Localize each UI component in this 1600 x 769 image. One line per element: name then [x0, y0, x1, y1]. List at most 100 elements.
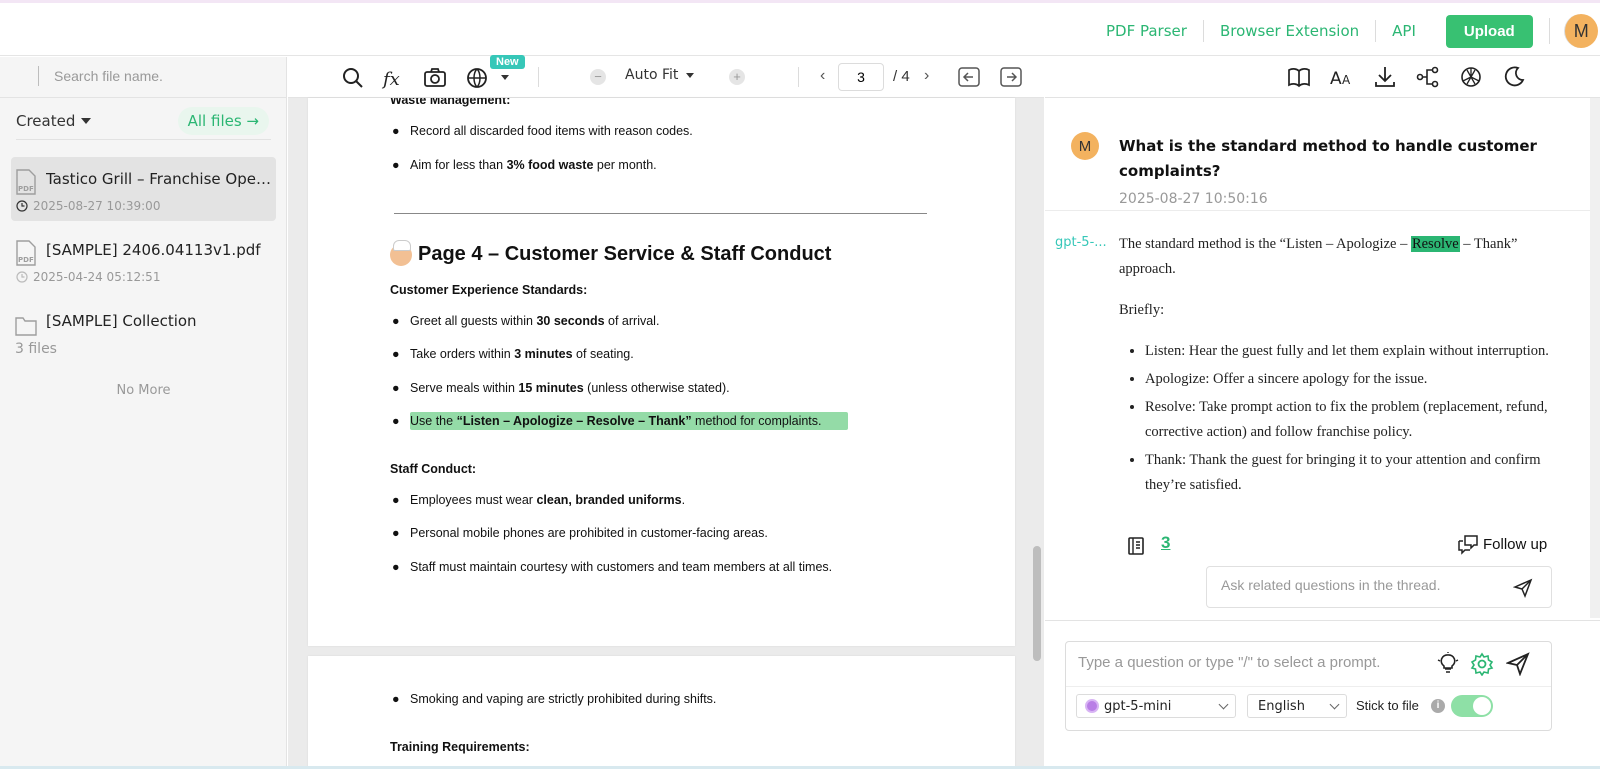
nav-api[interactable]: API — [1376, 20, 1432, 42]
formula-icon[interactable]: fx — [381, 65, 407, 91]
pdf-bullet: ● Aim for less than 3% food waste per mon… — [392, 158, 657, 172]
viewer-scroll-thumb[interactable] — [1033, 546, 1041, 661]
translate-dropdown-icon[interactable] — [501, 75, 509, 80]
nav-pdf-parser[interactable]: PDF Parser — [1090, 20, 1204, 42]
toolbar-divider — [538, 67, 539, 87]
search-divider — [38, 66, 39, 86]
upload-button[interactable]: Upload — [1445, 14, 1533, 48]
translate-globe-icon[interactable] — [465, 65, 491, 91]
file-search-row — [0, 57, 287, 98]
pdf-page: Waste Management: ● Record all discarded … — [308, 98, 1015, 646]
composer-divider — [1045, 620, 1600, 621]
model-select-value: gpt-5-mini — [1104, 698, 1172, 714]
sort-dropdown[interactable]: Created — [16, 112, 92, 130]
svg-text:fx: fx — [381, 69, 400, 90]
search-icon[interactable] — [340, 65, 366, 91]
file-search-input[interactable] — [54, 65, 274, 87]
lightbulb-icon[interactable] — [1436, 652, 1460, 676]
follow-up-button[interactable]: Follow up — [1457, 533, 1547, 555]
prev-page-icon[interactable]: ‹ — [820, 67, 825, 85]
send-icon[interactable] — [1506, 652, 1530, 676]
answer-briefly: Briefly: — [1119, 302, 1165, 318]
chevron-down-icon — [1218, 699, 1229, 710]
folder-icon — [15, 317, 37, 336]
last-page-icon[interactable] — [1000, 67, 1022, 87]
pdf-bullet: ● Smoking and vaping are strictly prohibi… — [392, 692, 717, 706]
pdf-bullet: ● Record all discarded food items with re… — [392, 124, 693, 138]
no-more-label: No More — [116, 383, 171, 398]
question-text: What is the standard method to handle cu… — [1119, 137, 1537, 180]
book-icon[interactable] — [1286, 64, 1312, 90]
zoom-dropdown[interactable]: Auto Fit — [625, 67, 695, 83]
answer-point: Thank: Thank the guest for bringing it t… — [1145, 448, 1559, 498]
viewer-toolbar: fx New − Auto Fit + ‹ / 4 › — [288, 55, 1044, 98]
pdf-bullet: ● Take orders within 3 minutes of seating… — [392, 347, 634, 361]
stick-to-file-label: Stick to file — [1356, 698, 1419, 713]
page-number-input[interactable] — [838, 63, 884, 91]
info-icon[interactable]: i — [1431, 699, 1445, 713]
collection-name: [SAMPLE] Collection — [46, 312, 197, 330]
first-page-icon[interactable] — [958, 67, 980, 87]
pdf-bullet-highlighted: ● Use the “Listen – Apologize – Resolve –… — [392, 414, 822, 428]
answer-points: Listen: Hear the guest fully and let the… — [1119, 339, 1559, 498]
zoom-out-button[interactable]: − — [590, 69, 606, 85]
page-total: / 4 — [893, 68, 910, 85]
zoom-label: Auto Fit — [625, 67, 679, 83]
chevron-down-icon — [686, 72, 695, 78]
dark-mode-moon-icon[interactable] — [1501, 64, 1527, 90]
model-select[interactable]: gpt-5-mini — [1076, 694, 1236, 718]
nav-browser-extension[interactable]: Browser Extension — [1204, 20, 1377, 42]
mindmap-icon[interactable] — [1415, 64, 1441, 90]
file-sidebar: Created All files → PDF Tastico Grill – … — [0, 57, 287, 769]
chat-panel: A A M What is the standard method to han… — [1045, 57, 1600, 769]
settings-gear-icon[interactable] — [1470, 652, 1494, 676]
language-select[interactable]: English — [1247, 694, 1347, 718]
user-message-avatar: M — [1071, 132, 1099, 160]
answer-point: Listen: Hear the guest fully and let the… — [1145, 339, 1559, 364]
thread-question-input[interactable] — [1221, 577, 1501, 593]
caret-down-icon — [81, 118, 92, 124]
sort-row: Created All files → — [16, 107, 271, 140]
assistant-answer: The standard method is the “Listen – Apo… — [1119, 232, 1559, 501]
user-avatar[interactable]: M — [1563, 14, 1598, 48]
chat-messages: M What is the standard method to handle … — [1045, 98, 1600, 618]
prompt-input[interactable] — [1078, 654, 1428, 671]
viewer-scrollbar[interactable] — [1030, 98, 1044, 769]
references-count[interactable]: 3 — [1161, 533, 1170, 553]
file-item[interactable]: PDF Tastico Grill – Franchise Oper… 2025… — [11, 157, 276, 221]
gpt-model-icon — [1085, 699, 1099, 713]
zoom-in-button[interactable]: + — [729, 69, 745, 85]
collection-count: 3 files — [15, 341, 57, 357]
svg-text:A: A — [1330, 69, 1342, 89]
app-header: PDF Parser Browser Extension API Upload … — [0, 3, 1600, 56]
stick-to-file-toggle[interactable] — [1451, 695, 1493, 717]
header-nav: PDF Parser Browser Extension API Upload … — [1090, 14, 1598, 48]
file-date: 2025-04-24 05:12:51 — [33, 270, 161, 284]
chat-toolbar: A A — [1045, 57, 1600, 98]
horizontal-rule — [394, 213, 927, 214]
send-icon[interactable] — [1513, 578, 1533, 598]
openai-icon[interactable] — [1458, 64, 1484, 90]
screenshot-ocr-icon[interactable] — [422, 65, 448, 91]
svg-text:PDF: PDF — [18, 185, 34, 193]
download-icon[interactable] — [1372, 64, 1398, 90]
references-book-icon[interactable] — [1127, 536, 1147, 556]
file-item[interactable]: PDF [SAMPLE] 2406.04113v1.pdf 2025-04-24… — [11, 228, 276, 292]
pdf-file-icon: PDF — [16, 240, 36, 266]
user-question: M What is the standard method to handle … — [1045, 106, 1600, 211]
pdf-bullet: ● Serve meals within 15 minutes (unless o… — [392, 381, 730, 395]
pdf-file-icon: PDF — [16, 169, 36, 195]
all-files-button[interactable]: All files → — [177, 107, 269, 135]
next-page-icon[interactable]: › — [924, 67, 929, 85]
pdf-bullet: ● Employees must wear clean, branded unif… — [392, 493, 686, 507]
chat-scrollbar[interactable] — [1590, 98, 1600, 618]
chat-composer: gpt-5-mini English Stick to file i — [1065, 641, 1552, 731]
cx-heading: Customer Experience Standards: — [390, 283, 588, 297]
language-select-value: English — [1258, 698, 1305, 714]
follow-up-label: Follow up — [1483, 535, 1548, 553]
file-date: 2025-08-27 10:39:00 — [33, 199, 161, 213]
font-size-icon[interactable]: A A — [1329, 64, 1355, 90]
question-timestamp: 2025-08-27 10:50:16 — [1119, 191, 1268, 207]
answer-point: Apologize: Offer a sincere apology for t… — [1145, 367, 1559, 392]
svg-text:PDF: PDF — [18, 256, 34, 264]
